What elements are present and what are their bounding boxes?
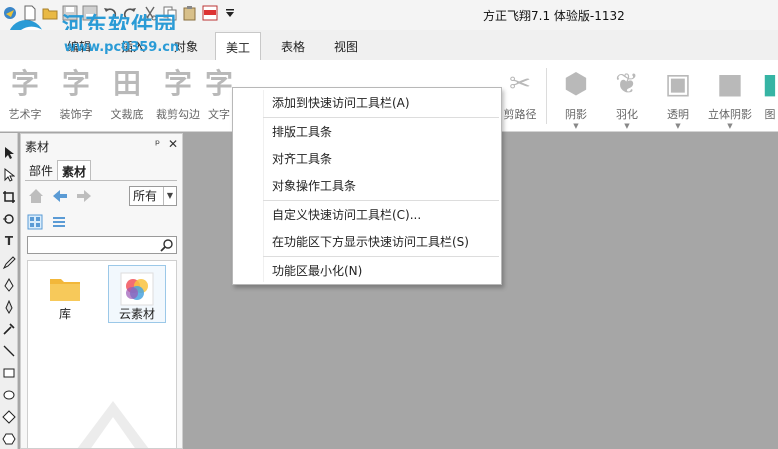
watermark-url: www.pc0359.cn (64, 40, 180, 55)
brush-icon[interactable] (1, 299, 17, 315)
toolbox: T (0, 133, 18, 449)
close-icon[interactable]: ✕ (168, 137, 178, 151)
crop-icon[interactable] (1, 189, 17, 205)
ribbon-decor-text-button[interactable]: 字 装饰字 (54, 66, 98, 128)
polygon-icon[interactable] (1, 431, 17, 447)
menu-item-minimize-ribbon[interactable]: 功能区最小化(N) (233, 258, 501, 284)
ellipse-icon[interactable] (1, 387, 17, 403)
category-select-value: 所有 (133, 189, 158, 203)
text-clip-icon: 田 (112, 67, 141, 100)
panel-background-logo (77, 401, 149, 448)
menu-item-object-toolbar[interactable]: 对象操作工具条 (233, 173, 501, 199)
tile-label: 云素材 (118, 307, 155, 321)
text-tool-icon[interactable]: T (1, 233, 17, 249)
folder-icon (50, 279, 80, 301)
ribbon-label: 羽化 (616, 108, 638, 121)
ribbon-feather-button[interactable]: ❦ 羽化 ▼ (607, 66, 647, 130)
menu-item-add-to-quick-access[interactable]: 添加到快速访问工具栏(A) (233, 90, 501, 116)
ribbon-label: 立体阴影 (708, 108, 752, 121)
ribbon-text-clip-button[interactable]: 田 文裁底 (105, 66, 149, 128)
menu-item-align-toolbar[interactable]: 对齐工具条 (233, 146, 501, 172)
window-title: 方正飞翔7.1 体验版-1132 (483, 9, 625, 23)
search-input[interactable] (27, 236, 177, 254)
eyedropper-icon[interactable] (1, 321, 17, 337)
category-select[interactable]: 所有 ▼ (129, 186, 177, 206)
art-text-icon: 字 (10, 67, 39, 100)
pdf-export-icon[interactable] (202, 5, 218, 21)
rotate-icon[interactable] (1, 211, 17, 227)
list-view-icon[interactable] (51, 214, 67, 230)
menu-separator (263, 117, 499, 118)
menu-item-customize-quick-access[interactable]: 自定义快速访问工具栏(C)... (233, 202, 501, 228)
forward-arrow-icon[interactable] (75, 187, 93, 205)
dropdown-icon[interactable] (222, 5, 238, 21)
ribbon-text-button[interactable]: 字 文字 (205, 66, 233, 128)
menu-separator (263, 200, 499, 201)
shadow-icon: ⬢ (563, 67, 589, 100)
tab-divider (25, 180, 177, 181)
material-panel: 素材 ᵖ ✕ 部件 素材 所有 ▼ 库 云素材 (20, 133, 183, 449)
ribbon-transparency-button[interactable]: ▣ 透明 ▼ (658, 66, 698, 130)
tab-table[interactable]: 表格 (281, 38, 305, 60)
line-icon[interactable] (1, 343, 17, 359)
ribbon-label: 透明 (667, 108, 689, 121)
menu-item-layout-toolbar[interactable]: 排版工具条 (233, 119, 501, 145)
chevron-down-icon: ▼ (573, 122, 579, 130)
menu-item-show-below-ribbon[interactable]: 在功能区下方显示快速访问工具栏(S) (233, 229, 501, 255)
text-effect-icon: 字 (205, 67, 234, 100)
pin-icon[interactable]: ᵖ (155, 137, 160, 151)
tab-view[interactable]: 视图 (334, 38, 358, 60)
menu-separator (263, 256, 499, 257)
chevron-down-icon: ▼ (675, 122, 681, 130)
pen-icon[interactable] (1, 277, 17, 293)
ribbon-clip-path-button[interactable]: ✂ 剪路径 (500, 66, 540, 128)
toolbar-context-menu: 添加到快速访问工具栏(A) 排版工具条 对齐工具条 对象操作工具条 自定义快速访… (232, 87, 502, 285)
back-arrow-icon[interactable] (51, 187, 69, 205)
home-icon[interactable] (27, 187, 45, 205)
material-list: 库 云素材 (27, 260, 177, 449)
chevron-down-icon: ▼ (624, 122, 630, 130)
paste-icon[interactable] (182, 5, 198, 21)
tab-art[interactable]: 美工 (215, 32, 262, 61)
ribbon-image-button[interactable]: ▮ 图 (762, 66, 778, 128)
ribbon-label: 文裁底 (110, 108, 144, 121)
ribbon-label: 文字 (208, 108, 230, 121)
rectangle-icon[interactable] (1, 365, 17, 381)
grid-view-icon[interactable] (27, 214, 43, 230)
ribbon-clip-outline-button[interactable]: 字 裁剪勾边 (153, 66, 203, 128)
transparency-icon: ▣ (664, 67, 692, 100)
cloud-material-icon (120, 272, 154, 306)
chevron-down-icon: ▼ (163, 187, 176, 205)
decor-text-icon: 字 (61, 67, 90, 100)
tab-components[interactable]: 部件 (25, 160, 57, 180)
ribbon-art-text-button[interactable]: 字 艺术字 (3, 66, 47, 128)
chevron-down-icon: ▼ (727, 122, 733, 130)
ribbon-label: 阴影 (565, 108, 587, 121)
ribbon-label: 剪路径 (503, 108, 537, 121)
search-icon[interactable] (160, 238, 174, 252)
feather-icon: ❦ (615, 67, 639, 100)
pencil-icon[interactable] (1, 255, 17, 271)
clip-outline-icon: 字 (163, 67, 192, 100)
image-icon: ▮ (762, 67, 778, 100)
ribbon-label: 装饰字 (59, 108, 93, 121)
tab-materials[interactable]: 素材 (57, 160, 92, 180)
ribbon-label: 裁剪勾边 (156, 108, 200, 121)
3d-shadow-icon: ■ (716, 67, 744, 100)
select-arrow-icon[interactable] (1, 145, 17, 161)
diamond-icon[interactable] (1, 409, 17, 425)
panel-title: 素材 (25, 140, 50, 154)
ribbon-shadow-button[interactable]: ⬢ 阴影 ▼ (556, 66, 596, 130)
direct-select-icon[interactable] (1, 167, 17, 183)
clip-path-icon: ✂ (509, 69, 531, 99)
ribbon-separator (546, 68, 547, 124)
ribbon-3d-shadow-button[interactable]: ■ 立体阴影 ▼ (704, 66, 756, 130)
ribbon-label: 艺术字 (8, 108, 42, 121)
tile-label: 库 (58, 307, 71, 321)
ribbon-label: 图 (764, 108, 776, 121)
